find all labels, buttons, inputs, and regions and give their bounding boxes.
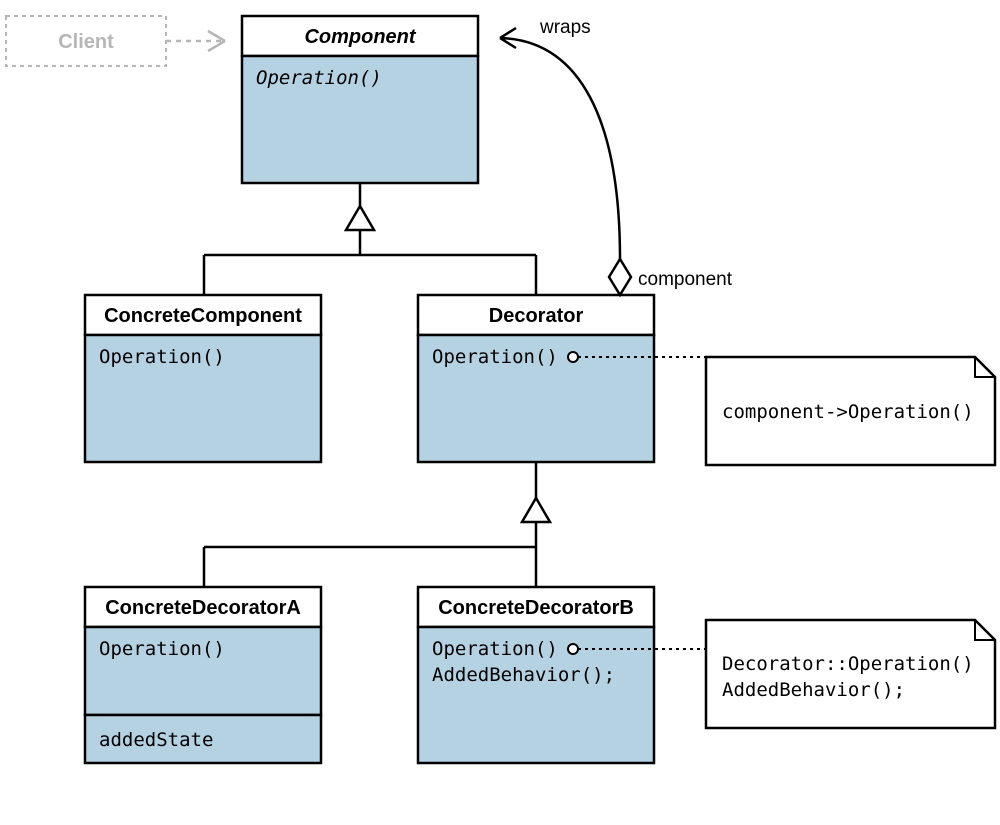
concrete-decorator-b-title: ConcreteDecoratorB (438, 597, 634, 619)
concrete-component-title: ConcreteComponent (104, 305, 302, 327)
concrete-decorator-b-behavior: AddedBehavior(); (432, 664, 615, 686)
concrete-decorator-a-operation: Operation() (99, 638, 225, 660)
class-decorator: Decorator Operation() (418, 295, 654, 462)
class-client: Client (6, 16, 166, 66)
gen-lines-top (204, 230, 536, 295)
aggregation-role-label: component (638, 269, 733, 290)
aggregation-decorator-component: component wraps (500, 17, 733, 295)
concrete-decorator-a-state: addedState (99, 729, 213, 751)
generalization-component (346, 183, 374, 230)
class-concrete-decorator-a: ConcreteDecoratorA Operation() addedStat… (85, 587, 321, 763)
decorator-title: Decorator (489, 305, 584, 327)
class-concrete-decorator-b: ConcreteDecoratorB Operation() AddedBeha… (418, 587, 654, 763)
class-component: Component Operation() (242, 16, 478, 183)
decorator-pattern-diagram: Client Component Operation() ConcreteCom… (0, 0, 1000, 825)
note1-line1: component->Operation() (722, 401, 974, 423)
decorator-operation: Operation() (432, 346, 558, 368)
note-component-operation: component->Operation() (706, 357, 995, 465)
gen-lines-bottom (204, 522, 536, 587)
note2-line1: Decorator::Operation() (722, 653, 974, 675)
client-title: Client (58, 31, 114, 53)
component-operation: Operation() (256, 67, 382, 89)
concrete-component-operation: Operation() (99, 346, 225, 368)
component-title: Component (304, 26, 416, 48)
generalization-decorator (522, 462, 550, 522)
concrete-decorator-b-operation: Operation() (432, 638, 558, 660)
note2-line2: AddedBehavior(); (722, 679, 905, 701)
concrete-decorator-a-title: ConcreteDecoratorA (105, 597, 301, 619)
note-added-behavior: Decorator::Operation() AddedBehavior(); (706, 620, 995, 728)
wraps-label: wraps (539, 17, 591, 38)
arrow-client-to-component (166, 31, 225, 51)
class-concrete-component: ConcreteComponent Operation() (85, 295, 321, 462)
